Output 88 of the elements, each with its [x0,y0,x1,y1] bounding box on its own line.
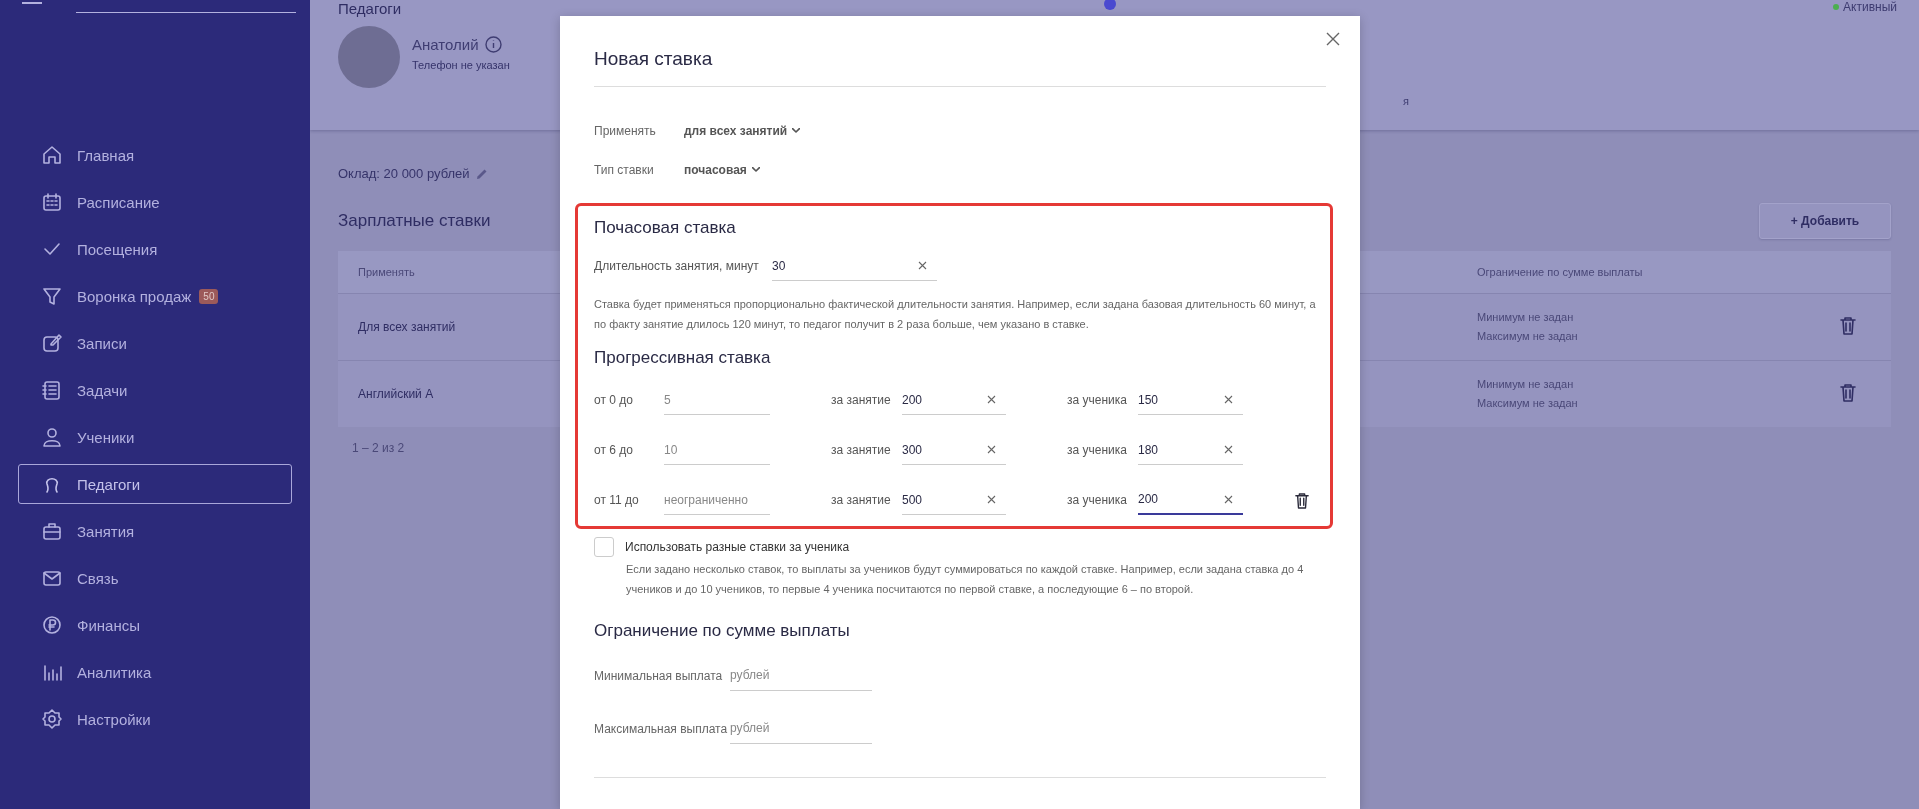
table-cell-text: Минимум не задан [1477,377,1575,392]
salary-label: Оклад: 20 000 рублей [338,166,470,181]
sidebar-item[interactable]: Расписание [18,182,292,222]
dropdown[interactable]: для всех занятий [684,123,801,138]
section-heading: Почасовая ставка [594,218,737,238]
gear-icon [41,708,63,730]
caret-icon [751,167,760,172]
calendar-icon [41,191,63,213]
sidebar-item[interactable]: Связь [18,558,292,598]
field-label: Максимальная выплата [594,721,729,736]
teacher-phone: Телефон не указан [412,59,510,71]
coin-icon [41,614,63,636]
table-cell-text: Максимум не задан [1477,329,1579,344]
field-label: за занятие [831,393,892,407]
hint-text: Если задано несколько ставок, то выплаты за учеников будут суммироваться по каждой ставке. Например, если задана ставка до 4 учеников и до 10 учеников, то первые 4 ученика посчитаются по первой ставке, а последующие 6 – по второй. [626,562,1305,597]
section-title: Зарплатные ставки [338,211,491,231]
field-label: за занятие [831,493,892,507]
input-field[interactable]: 150 [1138,385,1243,415]
input-field[interactable]: 200 [902,385,1006,415]
sidebar-item[interactable]: Занятия [18,511,292,551]
info-icon[interactable] [484,36,502,53]
clear-icon[interactable] [987,395,996,404]
field-label: за занятие [831,443,892,457]
checkbox[interactable] [594,537,614,557]
field-label: Минимальная выплата [594,668,724,683]
close-icon[interactable] [1326,32,1340,46]
clear-icon[interactable] [1224,495,1233,504]
sidebar-item[interactable]: Настройки [18,699,292,739]
trash-icon[interactable] [1295,491,1309,509]
section-heading: Прогрессивная ставка [594,348,772,368]
clear-icon[interactable] [987,495,996,504]
clear-icon[interactable] [918,261,927,270]
field-label: от 0 до [594,393,634,407]
field-label: за ученика [1067,493,1128,507]
sidebar-item[interactable]: Записи [18,323,292,363]
column-header: Ограничение по сумме выплаты [1457,251,1820,294]
status-label: Активный [1843,0,1897,14]
dialog-title: Новая ставка [594,48,713,70]
table-cell-text: Минимум не задан [1477,310,1575,325]
clear-icon[interactable] [1224,445,1233,454]
input-field[interactable]: 10 [664,435,770,465]
clear-icon[interactable] [1224,395,1233,404]
input-field[interactable]: 200 [1138,485,1243,515]
sidebar-item[interactable]: Аналитика [18,652,292,692]
dot-icon [1104,0,1116,10]
teacher-name: Анатолий [412,36,479,53]
field-label: Применять [594,123,657,138]
input-field[interactable]: рублей [730,713,872,744]
input-field[interactable]: 300 [902,435,1006,465]
edit-icon [41,332,63,354]
sidebar-item[interactable]: Финансы [18,605,292,645]
dropdown[interactable]: почасовая [684,162,760,177]
person-icon [41,426,63,448]
clear-icon[interactable] [987,445,996,454]
field-label: Длительность занятия, минут [594,259,760,273]
sidebar-item[interactable]: Задачи [18,370,292,410]
pagination-label: 1 – 2 из 2 [352,441,405,455]
sidebar-item[interactable]: Главная [18,135,292,175]
sidebar-item[interactable]: Педагоги [18,464,292,504]
home-icon [41,144,63,166]
caret-icon [792,128,801,133]
input-field[interactable]: 500 [902,485,1006,515]
checkbox-label: Использовать разные ставки за ученика [625,540,850,554]
table-cell-text: Максимум не задан [1477,396,1579,411]
field-label: от 6 до [594,443,634,457]
count-badge: 50 [199,288,219,304]
list-icon [41,379,63,401]
input-field[interactable]: рублей [730,660,872,691]
section-heading: Ограничение по сумме выплаты [594,621,851,641]
page-title: Педагоги [338,0,402,17]
briefcase-icon [41,520,63,542]
field-label: Тип ставки [594,162,655,177]
cut-text: я [1403,95,1409,107]
sidebar-item[interactable]: Посещения [18,229,292,269]
input-field[interactable]: 5 [664,385,770,415]
field-label: от 11 до [594,493,640,507]
field-label: за ученика [1067,393,1128,407]
sidebar-item[interactable]: Ученики [18,417,292,457]
input-field[interactable]: 30 [772,251,937,281]
add-button[interactable]: + Добавить [1759,203,1891,239]
sidebar-item[interactable]: Воронка продаж 50 [18,276,292,316]
funnel-icon [41,285,63,307]
input-field[interactable]: 180 [1138,435,1243,465]
field-label: за ученика [1067,443,1128,457]
hint-text: Ставка будет применяться пропорционально фактической длительности занятия. Например, если задана базовая длительность 60 минут, а по факту занятие длилось 120 минут, то педагог получит в 2 раза больше, чем указано в ставке. [594,297,1317,332]
table-cell: Английский А [358,387,434,401]
input-field[interactable]: неограниченно [664,485,770,515]
table-cell: Для всех занятий [358,320,456,334]
